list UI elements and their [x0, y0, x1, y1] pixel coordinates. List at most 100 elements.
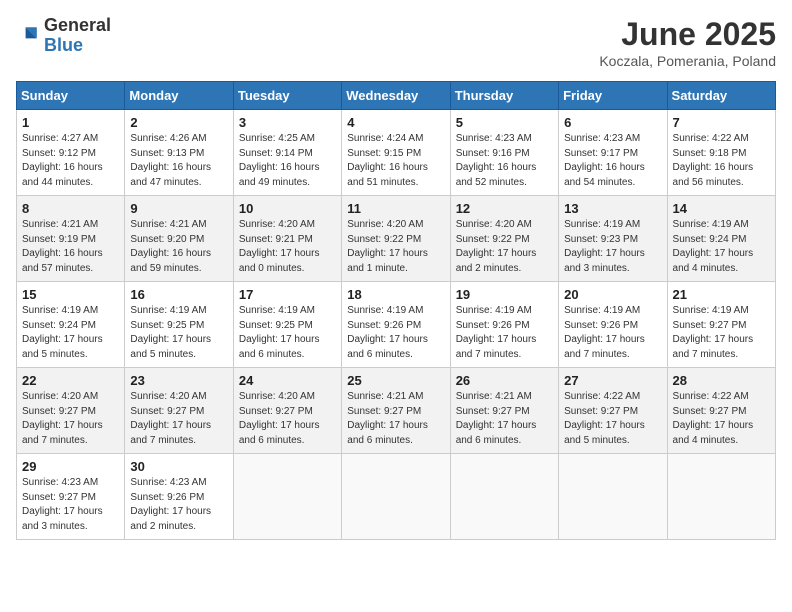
calendar-cell: 2 Sunrise: 4:26 AM Sunset: 9:13 PM Daylig…: [125, 110, 233, 196]
calendar-cell: 5 Sunrise: 4:23 AM Sunset: 9:16 PM Daylig…: [450, 110, 558, 196]
day-info: Sunrise: 4:22 AM Sunset: 9:18 PM Dayligh…: [673, 132, 770, 190]
day-number: 2: [130, 115, 227, 130]
weekday-header: Tuesday: [233, 82, 341, 110]
day-info: Sunrise: 4:21 AM Sunset: 9:27 PM Dayligh…: [347, 390, 444, 448]
day-number: 26: [456, 373, 553, 388]
day-number: 30: [130, 459, 227, 474]
day-number: 8: [22, 201, 119, 216]
calendar-table: SundayMondayTuesdayWednesdayThursdayFrid…: [16, 81, 776, 540]
day-info: Sunrise: 4:20 AM Sunset: 9:21 PM Dayligh…: [239, 218, 336, 276]
calendar-cell: 25Sunrise: 4:21 AM Sunset: 9:27 PM Dayli…: [342, 368, 450, 454]
day-number: 6: [564, 115, 661, 130]
day-info: Sunrise: 4:19 AM Sunset: 9:25 PM Dayligh…: [130, 304, 227, 362]
day-info: Sunrise: 4:19 AM Sunset: 9:26 PM Dayligh…: [564, 304, 661, 362]
day-number: 3: [239, 115, 336, 130]
day-info: Sunrise: 4:23 AM Sunset: 9:17 PM Dayligh…: [564, 132, 661, 190]
page-header: General Blue June 2025 Koczala, Pomerani…: [16, 16, 776, 69]
day-number: 24: [239, 373, 336, 388]
day-info: Sunrise: 4:19 AM Sunset: 9:24 PM Dayligh…: [22, 304, 119, 362]
logo-line2: Blue: [44, 36, 111, 56]
calendar-cell: 18 Sunrise: 4:19 AM Sunset: 9:26 PM Dayli…: [342, 282, 450, 368]
month-title: June 2025: [599, 16, 776, 53]
day-number: 19: [456, 287, 553, 302]
day-info: Sunrise: 4:20 AM Sunset: 9:22 PM Dayligh…: [456, 218, 553, 276]
calendar-cell: [233, 454, 341, 540]
calendar-cell: 7 Sunrise: 4:22 AM Sunset: 9:18 PM Daylig…: [667, 110, 775, 196]
location: Koczala, Pomerania, Poland: [599, 53, 776, 69]
day-number: 23: [130, 373, 227, 388]
calendar-cell: 23 Sunrise: 4:20 AM Sunset: 9:27 PM Dayli…: [125, 368, 233, 454]
day-number: 9: [130, 201, 227, 216]
calendar-cell: 11Sunrise: 4:20 AM Sunset: 9:22 PM Dayli…: [342, 196, 450, 282]
day-number: 17: [239, 287, 336, 302]
day-info: Sunrise: 4:21 AM Sunset: 9:20 PM Dayligh…: [130, 218, 227, 276]
day-info: Sunrise: 4:21 AM Sunset: 9:27 PM Dayligh…: [456, 390, 553, 448]
day-number: 16: [130, 287, 227, 302]
day-info: Sunrise: 4:23 AM Sunset: 9:16 PM Dayligh…: [456, 132, 553, 190]
weekday-header: Thursday: [450, 82, 558, 110]
calendar-cell: 9 Sunrise: 4:21 AM Sunset: 9:20 PM Daylig…: [125, 196, 233, 282]
calendar-body: 1Sunrise: 4:27 AM Sunset: 9:12 PM Daylig…: [17, 110, 776, 540]
calendar-cell: 21 Sunrise: 4:19 AM Sunset: 9:27 PM Dayli…: [667, 282, 775, 368]
calendar-cell: 24 Sunrise: 4:20 AM Sunset: 9:27 PM Dayli…: [233, 368, 341, 454]
calendar-cell: 20Sunrise: 4:19 AM Sunset: 9:26 PM Dayli…: [559, 282, 667, 368]
day-number: 15: [22, 287, 119, 302]
day-number: 12: [456, 201, 553, 216]
calendar-cell: 28 Sunrise: 4:22 AM Sunset: 9:27 PM Dayli…: [667, 368, 775, 454]
calendar-cell: 15 Sunrise: 4:19 AM Sunset: 9:24 PM Dayli…: [17, 282, 125, 368]
day-number: 11: [347, 201, 444, 216]
day-info: Sunrise: 4:19 AM Sunset: 9:27 PM Dayligh…: [673, 304, 770, 362]
day-info: Sunrise: 4:20 AM Sunset: 9:27 PM Dayligh…: [239, 390, 336, 448]
day-info: Sunrise: 4:22 AM Sunset: 9:27 PM Dayligh…: [564, 390, 661, 448]
day-info: Sunrise: 4:19 AM Sunset: 9:26 PM Dayligh…: [347, 304, 444, 362]
weekday-header: Saturday: [667, 82, 775, 110]
calendar-cell: 17 Sunrise: 4:19 AM Sunset: 9:25 PM Dayli…: [233, 282, 341, 368]
day-number: 14: [673, 201, 770, 216]
calendar-cell: 19 Sunrise: 4:19 AM Sunset: 9:26 PM Dayli…: [450, 282, 558, 368]
calendar-cell: 4 Sunrise: 4:24 AM Sunset: 9:15 PM Daylig…: [342, 110, 450, 196]
calendar-cell: 22 Sunrise: 4:20 AM Sunset: 9:27 PM Dayli…: [17, 368, 125, 454]
calendar-header: SundayMondayTuesdayWednesdayThursdayFrid…: [17, 82, 776, 110]
day-info: Sunrise: 4:23 AM Sunset: 9:27 PM Dayligh…: [22, 476, 119, 534]
day-number: 29: [22, 459, 119, 474]
logo-line1: General: [44, 16, 111, 36]
day-info: Sunrise: 4:19 AM Sunset: 9:24 PM Dayligh…: [673, 218, 770, 276]
day-info: Sunrise: 4:21 AM Sunset: 9:19 PM Dayligh…: [22, 218, 119, 276]
day-info: Sunrise: 4:19 AM Sunset: 9:25 PM Dayligh…: [239, 304, 336, 362]
day-number: 10: [239, 201, 336, 216]
calendar-cell: 16 Sunrise: 4:19 AM Sunset: 9:25 PM Dayli…: [125, 282, 233, 368]
day-number: 5: [456, 115, 553, 130]
weekday-header: Monday: [125, 82, 233, 110]
calendar-cell: 29 Sunrise: 4:23 AM Sunset: 9:27 PM Dayli…: [17, 454, 125, 540]
day-info: Sunrise: 4:25 AM Sunset: 9:14 PM Dayligh…: [239, 132, 336, 190]
weekday-header: Wednesday: [342, 82, 450, 110]
day-number: 22: [22, 373, 119, 388]
day-info: Sunrise: 4:26 AM Sunset: 9:13 PM Dayligh…: [130, 132, 227, 190]
day-number: 4: [347, 115, 444, 130]
day-info: Sunrise: 4:27 AM Sunset: 9:12 PM Dayligh…: [22, 132, 119, 190]
calendar-week-row: 22 Sunrise: 4:20 AM Sunset: 9:27 PM Dayli…: [17, 368, 776, 454]
calendar-cell: [559, 454, 667, 540]
calendar-cell: 14 Sunrise: 4:19 AM Sunset: 9:24 PM Dayli…: [667, 196, 775, 282]
calendar-cell: 8 Sunrise: 4:21 AM Sunset: 9:19 PM Daylig…: [17, 196, 125, 282]
calendar-cell: [342, 454, 450, 540]
calendar-week-row: 8 Sunrise: 4:21 AM Sunset: 9:19 PM Daylig…: [17, 196, 776, 282]
calendar-cell: 27 Sunrise: 4:22 AM Sunset: 9:27 PM Dayli…: [559, 368, 667, 454]
day-number: 28: [673, 373, 770, 388]
day-info: Sunrise: 4:22 AM Sunset: 9:27 PM Dayligh…: [673, 390, 770, 448]
day-info: Sunrise: 4:23 AM Sunset: 9:26 PM Dayligh…: [130, 476, 227, 534]
day-info: Sunrise: 4:20 AM Sunset: 9:27 PM Dayligh…: [130, 390, 227, 448]
day-number: 27: [564, 373, 661, 388]
day-number: 21: [673, 287, 770, 302]
calendar-cell: 13Sunrise: 4:19 AM Sunset: 9:23 PM Dayli…: [559, 196, 667, 282]
title-section: June 2025 Koczala, Pomerania, Poland: [599, 16, 776, 69]
day-number: 18: [347, 287, 444, 302]
calendar-week-row: 1Sunrise: 4:27 AM Sunset: 9:12 PM Daylig…: [17, 110, 776, 196]
day-info: Sunrise: 4:20 AM Sunset: 9:27 PM Dayligh…: [22, 390, 119, 448]
day-info: Sunrise: 4:19 AM Sunset: 9:26 PM Dayligh…: [456, 304, 553, 362]
day-info: Sunrise: 4:24 AM Sunset: 9:15 PM Dayligh…: [347, 132, 444, 190]
day-number: 7: [673, 115, 770, 130]
calendar-cell: 3 Sunrise: 4:25 AM Sunset: 9:14 PM Daylig…: [233, 110, 341, 196]
calendar-cell: [450, 454, 558, 540]
weekday-row: SundayMondayTuesdayWednesdayThursdayFrid…: [17, 82, 776, 110]
